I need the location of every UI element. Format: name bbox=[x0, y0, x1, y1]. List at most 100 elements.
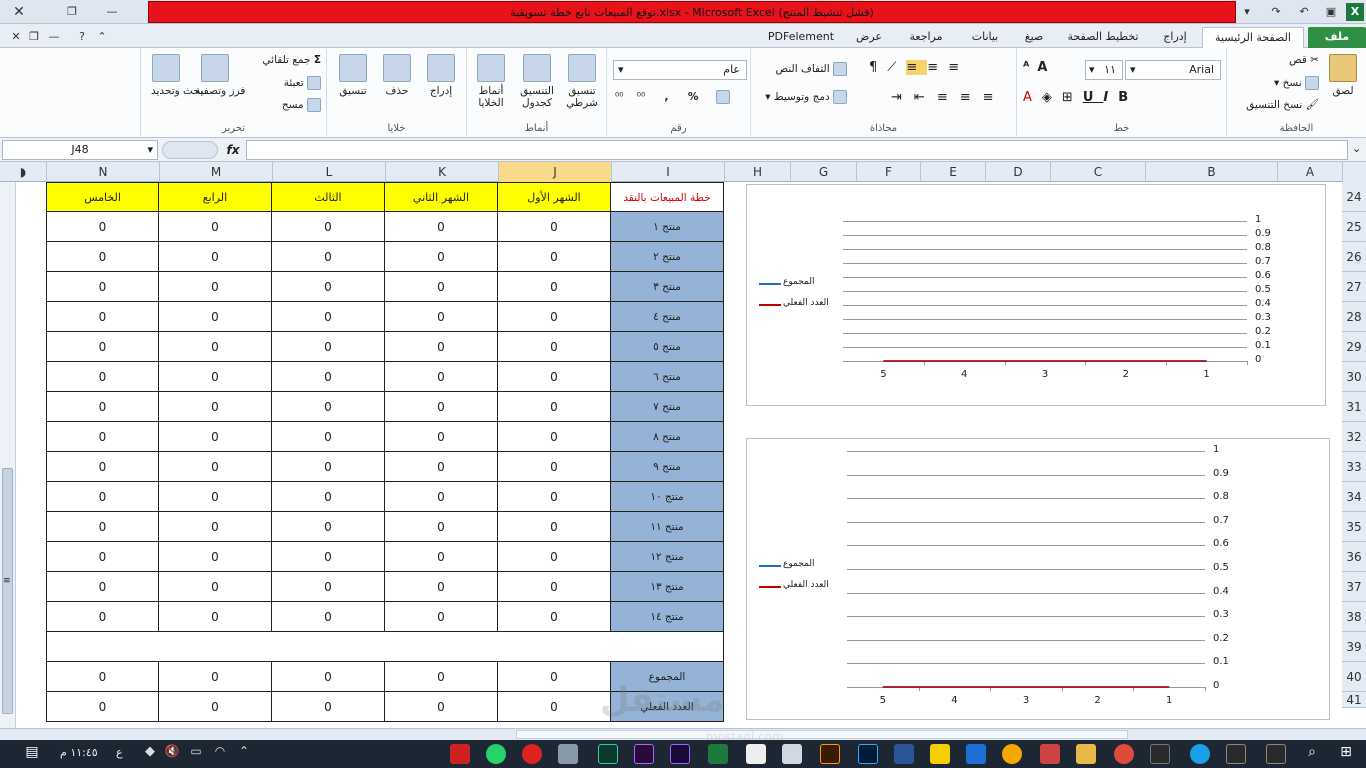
value-cell[interactable]: 0 bbox=[272, 452, 385, 482]
product-label[interactable]: منتج ١٤ bbox=[611, 602, 724, 632]
word-icon[interactable] bbox=[894, 744, 914, 764]
media-player-icon[interactable] bbox=[1002, 744, 1022, 764]
value-cell[interactable]: 0 bbox=[272, 512, 385, 542]
total-cell[interactable]: 0 bbox=[385, 662, 498, 692]
value-cell[interactable]: 0 bbox=[272, 212, 385, 242]
row-header[interactable]: 29 bbox=[1342, 332, 1366, 362]
value-cell[interactable]: 0 bbox=[159, 572, 272, 602]
value-cell[interactable]: 0 bbox=[498, 512, 611, 542]
restore-workbook-icon[interactable]: ❐ bbox=[26, 28, 42, 46]
qat-dropdown-icon[interactable]: ▾ bbox=[1240, 3, 1254, 21]
scrollbar-thumb[interactable] bbox=[2, 468, 13, 714]
month-header[interactable]: الثالث bbox=[272, 182, 385, 212]
actual-cell[interactable]: 0 bbox=[385, 692, 498, 722]
minimize-icon[interactable]: — bbox=[100, 3, 124, 21]
percent-button[interactable]: % bbox=[688, 91, 699, 103]
value-cell[interactable]: 0 bbox=[159, 392, 272, 422]
product-label[interactable]: منتج ٧ bbox=[611, 392, 724, 422]
formula-expand-handle[interactable] bbox=[162, 141, 218, 159]
acrobat-icon[interactable] bbox=[450, 744, 470, 764]
value-cell[interactable]: 0 bbox=[272, 272, 385, 302]
product-label[interactable]: منتج ١٠ bbox=[611, 482, 724, 512]
value-cell[interactable]: 0 bbox=[159, 542, 272, 572]
battery-icon[interactable]: ▭ bbox=[186, 744, 206, 764]
formula-input[interactable] bbox=[246, 140, 1348, 160]
insert-function-button[interactable]: fx bbox=[222, 140, 244, 160]
folder-icon[interactable] bbox=[1076, 744, 1096, 764]
whatsapp-icon[interactable] bbox=[486, 744, 506, 764]
wifi-icon[interactable]: ◠ bbox=[210, 744, 230, 764]
table-title[interactable]: خطة المبيعات بالنقد bbox=[611, 182, 724, 212]
tray-expand-icon[interactable]: ⌃ bbox=[234, 744, 254, 764]
value-cell[interactable]: 0 bbox=[46, 482, 159, 512]
value-cell[interactable]: 0 bbox=[498, 302, 611, 332]
value-cell[interactable]: 0 bbox=[498, 452, 611, 482]
photoshop-icon[interactable] bbox=[858, 744, 878, 764]
value-cell[interactable]: 0 bbox=[46, 392, 159, 422]
product-label[interactable]: منتج ٤ bbox=[611, 302, 724, 332]
value-cell[interactable]: 0 bbox=[46, 362, 159, 392]
value-cell[interactable]: 0 bbox=[498, 572, 611, 602]
value-cell[interactable]: 0 bbox=[498, 542, 611, 572]
align-bottom-icon[interactable]: ≡ bbox=[948, 60, 969, 75]
align-center-icon[interactable]: ≡ bbox=[960, 90, 983, 105]
value-cell[interactable]: 0 bbox=[272, 242, 385, 272]
value-cell[interactable]: 0 bbox=[272, 362, 385, 392]
product-label[interactable]: منتج ٣ bbox=[611, 272, 724, 302]
product-label[interactable]: منتج ٢ bbox=[611, 242, 724, 272]
row-header[interactable]: 24 bbox=[1342, 182, 1366, 212]
value-cell[interactable]: 0 bbox=[46, 242, 159, 272]
column-header[interactable]: G bbox=[790, 162, 856, 182]
value-cell[interactable]: 0 bbox=[498, 272, 611, 302]
value-cell[interactable]: 0 bbox=[385, 332, 498, 362]
value-cell[interactable]: 0 bbox=[46, 272, 159, 302]
delete-cells-button[interactable]: حذف bbox=[379, 54, 415, 97]
value-cell[interactable]: 0 bbox=[46, 332, 159, 362]
value-cell[interactable]: 0 bbox=[272, 542, 385, 572]
row-header[interactable]: 27 bbox=[1342, 272, 1366, 302]
close-workbook-icon[interactable]: ✕ bbox=[8, 28, 24, 46]
column-header[interactable]: E bbox=[920, 162, 985, 182]
value-cell[interactable]: 0 bbox=[498, 212, 611, 242]
row-header[interactable]: 41 bbox=[1342, 692, 1366, 708]
sort-filter-button[interactable]: فرز وتصفية bbox=[195, 54, 245, 97]
value-cell[interactable]: 0 bbox=[46, 212, 159, 242]
value-cell[interactable]: 0 bbox=[46, 572, 159, 602]
month-header[interactable]: الرابع bbox=[159, 182, 272, 212]
value-cell[interactable]: 0 bbox=[159, 242, 272, 272]
value-cell[interactable]: 0 bbox=[46, 302, 159, 332]
actual-cell[interactable]: 0 bbox=[272, 692, 385, 722]
clear-button[interactable]: مسح bbox=[241, 98, 321, 112]
product-label[interactable]: منتج ٦ bbox=[611, 362, 724, 392]
column-header[interactable]: A bbox=[1277, 162, 1342, 182]
clock[interactable]: ١١:٤٥ م bbox=[60, 746, 98, 759]
value-cell[interactable]: 0 bbox=[498, 602, 611, 632]
value-cell[interactable]: 0 bbox=[385, 452, 498, 482]
orientation-icon[interactable]: ⟋ bbox=[887, 60, 906, 75]
select-all-corner[interactable]: ◗ bbox=[0, 162, 46, 182]
value-cell[interactable]: 0 bbox=[498, 392, 611, 422]
comma-style-button[interactable]: , bbox=[665, 91, 669, 103]
actual-cell[interactable]: 0 bbox=[46, 692, 159, 722]
row-header[interactable]: 38 bbox=[1342, 602, 1366, 632]
row-header[interactable]: 33 bbox=[1342, 452, 1366, 482]
product-label[interactable]: منتج ٩ bbox=[611, 452, 724, 482]
tab-review[interactable]: مراجعة bbox=[896, 27, 956, 48]
product-label[interactable]: منتج ٥ bbox=[611, 332, 724, 362]
formula-expand-icon[interactable]: ⌄ bbox=[1352, 142, 1364, 155]
product-label[interactable]: منتج ١١ bbox=[611, 512, 724, 542]
column-header[interactable]: M bbox=[159, 162, 272, 182]
value-cell[interactable]: 0 bbox=[385, 422, 498, 452]
total-cell[interactable]: 0 bbox=[272, 662, 385, 692]
pdf-app-icon[interactable] bbox=[522, 744, 542, 764]
row-header[interactable]: 31 bbox=[1342, 392, 1366, 422]
column-header[interactable]: L bbox=[272, 162, 385, 182]
value-cell[interactable]: 0 bbox=[159, 302, 272, 332]
notifications-icon[interactable]: ▤ bbox=[22, 744, 42, 764]
value-cell[interactable]: 0 bbox=[159, 482, 272, 512]
row-header[interactable]: 26 bbox=[1342, 242, 1366, 272]
value-cell[interactable]: 0 bbox=[498, 332, 611, 362]
product-label[interactable]: منتج ١٢ bbox=[611, 542, 724, 572]
row-header[interactable]: 32 bbox=[1342, 422, 1366, 452]
actual-cell[interactable]: 0 bbox=[159, 692, 272, 722]
